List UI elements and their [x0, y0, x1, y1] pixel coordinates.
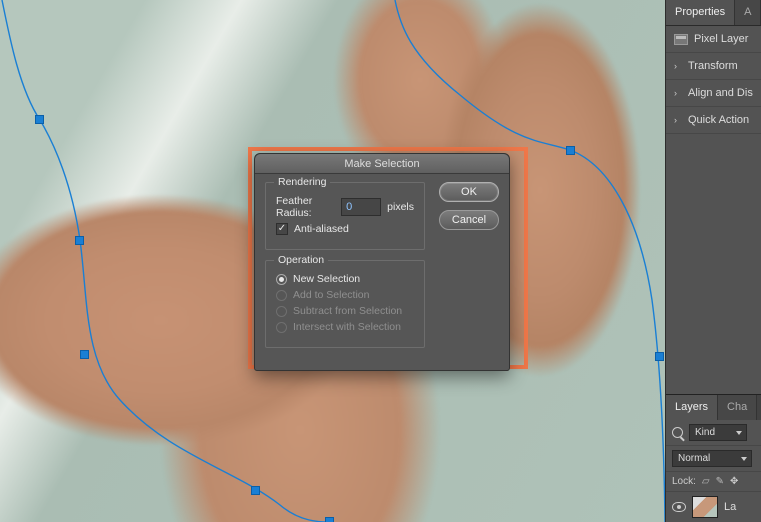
tab-secondary[interactable]: A — [735, 0, 761, 25]
operation-label: Intersect with Selection — [293, 321, 401, 333]
right-panel: Properties A Pixel Layer › Transform › A… — [665, 0, 761, 522]
operation-fieldset: Operation New Selection Add to Selection… — [265, 260, 425, 348]
feather-radius-label: Feather Radius: — [276, 195, 335, 219]
lock-position-icon[interactable]: ✥ — [730, 476, 738, 487]
layer-row[interactable]: La — [666, 492, 761, 522]
operation-label: New Selection — [293, 273, 360, 285]
tab-channels[interactable]: Cha — [718, 395, 757, 420]
lock-label: Lock: — [672, 476, 696, 487]
chevron-right-icon: › — [674, 88, 682, 98]
blend-mode-dropdown[interactable]: Normal — [672, 450, 752, 467]
operation-label: Add to Selection — [293, 289, 369, 301]
section-label: Transform — [688, 60, 738, 72]
rendering-legend: Rendering — [274, 176, 330, 188]
layer-name: La — [724, 501, 736, 513]
cancel-button[interactable]: Cancel — [439, 210, 499, 230]
section-align[interactable]: › Align and Dis — [666, 80, 761, 107]
section-quick-actions[interactable]: › Quick Action — [666, 107, 761, 134]
chevron-right-icon: › — [674, 115, 682, 125]
lock-pixels-icon[interactable] — [716, 476, 724, 487]
operation-radio-add — [276, 290, 287, 301]
lock-transparent-icon[interactable] — [702, 476, 710, 487]
ok-button[interactable]: OK — [439, 182, 499, 202]
tab-layers[interactable]: Layers — [666, 395, 718, 420]
operation-radio-subtract — [276, 306, 287, 317]
dialog-title: Make Selection — [255, 154, 509, 174]
pixel-layer-label: Pixel Layer — [694, 33, 748, 45]
operation-radio-intersect — [276, 322, 287, 333]
pixel-layer-icon — [674, 34, 688, 45]
section-transform[interactable]: › Transform — [666, 53, 761, 80]
layer-thumbnail[interactable] — [692, 496, 718, 518]
antialiased-label: Anti-aliased — [294, 223, 349, 235]
operation-radio-new[interactable] — [276, 274, 287, 285]
tab-properties[interactable]: Properties — [666, 0, 735, 25]
operation-label: Subtract from Selection — [293, 305, 402, 317]
filter-kind-dropdown[interactable]: Kind — [689, 424, 747, 441]
layer-type-row: Pixel Layer — [666, 26, 761, 53]
chevron-right-icon: › — [674, 61, 682, 71]
feather-radius-input[interactable] — [341, 198, 381, 216]
visibility-toggle-icon[interactable] — [672, 502, 686, 512]
operation-legend: Operation — [274, 254, 328, 266]
rendering-fieldset: Rendering Feather Radius: pixels Anti-al… — [265, 182, 425, 250]
section-label: Quick Action — [688, 114, 749, 126]
feather-units: pixels — [387, 201, 414, 213]
search-icon — [672, 427, 683, 438]
make-selection-dialog: Make Selection Rendering Feather Radius:… — [254, 153, 510, 371]
section-label: Align and Dis — [688, 87, 753, 99]
antialiased-checkbox[interactable] — [276, 223, 288, 235]
